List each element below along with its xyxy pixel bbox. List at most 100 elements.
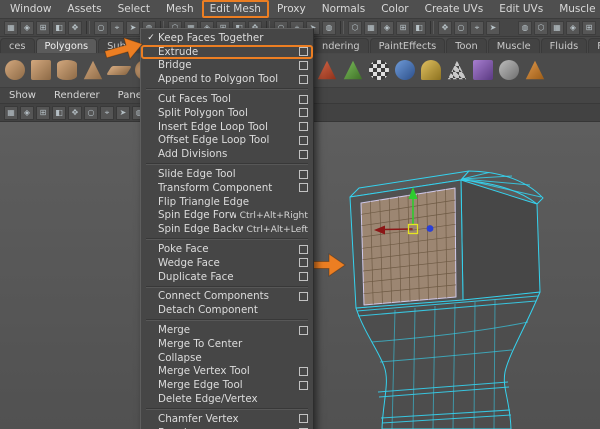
menu-item-flip-triangle-edge[interactable]: Flip Triangle Edge <box>141 195 313 209</box>
poly-cylinder-icon[interactable] <box>57 60 77 80</box>
option-box-icon[interactable] <box>299 366 308 376</box>
option-box-icon[interactable] <box>299 149 308 159</box>
status-icon[interactable]: ▦ <box>4 20 18 35</box>
menu-item-cut-faces-tool[interactable]: Cut Faces Tool <box>141 92 313 106</box>
status-icon[interactable]: ➤ <box>126 20 140 35</box>
status-icon[interactable]: ✥ <box>438 20 452 35</box>
poly-cone-icon[interactable] <box>83 60 103 80</box>
option-box-icon[interactable] <box>299 74 308 84</box>
menu-item-duplicate-face[interactable]: Duplicate Face <box>141 270 313 284</box>
option-box-icon[interactable] <box>299 60 308 70</box>
status-icon[interactable]: ○ <box>94 20 108 35</box>
menu-item-merge-to-center[interactable]: Merge To Center <box>141 337 313 351</box>
poly-plane-icon[interactable] <box>106 66 132 75</box>
menu-muscle[interactable]: Muscle <box>551 0 600 18</box>
menu-item-add-divisions[interactable]: Add Divisions <box>141 147 313 161</box>
option-box-icon[interactable] <box>299 258 308 268</box>
status-icon[interactable]: ◈ <box>380 20 394 35</box>
menu-item-split-polygon-tool[interactable]: Split Polygon Tool <box>141 106 313 120</box>
menu-normals[interactable]: Normals <box>314 0 373 18</box>
option-box-icon[interactable] <box>299 108 308 118</box>
shelf-tab-ndering[interactable]: ndering <box>313 38 369 53</box>
panel-menu-renderer[interactable]: Renderer <box>45 90 109 101</box>
panel-toolbar-icon[interactable]: ▦ <box>4 105 18 120</box>
menu-create-uvs[interactable]: Create UVs <box>417 0 492 18</box>
option-box-icon[interactable] <box>299 94 308 104</box>
shelf-tab-ces[interactable]: ces <box>0 38 35 53</box>
menu-item-append-to-polygon-tool[interactable]: Append to Polygon Tool <box>141 72 313 86</box>
panel-toolbar-icon[interactable]: ✥ <box>68 105 82 120</box>
panel-toolbar-icon[interactable]: ◧ <box>52 105 66 120</box>
menu-item-detach-component[interactable]: Detach Component <box>141 303 313 317</box>
option-box-icon[interactable] <box>299 272 308 282</box>
status-icon[interactable]: ◈ <box>20 20 34 35</box>
menu-edit-mesh[interactable]: Edit Mesh <box>201 0 269 18</box>
panel-toolbar-icon[interactable]: ⌖ <box>100 105 114 120</box>
shelf-tab-toon[interactable]: Toon <box>446 38 487 53</box>
status-icon[interactable]: ▦ <box>364 20 378 35</box>
status-icon[interactable]: ◧ <box>52 20 66 35</box>
menu-item-bridge[interactable]: Bridge <box>141 59 313 73</box>
option-box-icon[interactable] <box>299 380 308 390</box>
status-icon[interactable]: ▦ <box>550 20 564 35</box>
poly-sphere-icon[interactable] <box>5 60 25 80</box>
shelf-icon[interactable] <box>447 60 467 80</box>
status-icon[interactable]: ◧ <box>412 20 426 35</box>
status-icon[interactable]: ⊞ <box>582 20 596 35</box>
menu-color[interactable]: Color <box>373 0 416 18</box>
option-box-icon[interactable] <box>299 47 308 57</box>
menu-item-connect-components[interactable]: Connect Components <box>141 290 313 304</box>
menu-item-merge-vertex-tool[interactable]: Merge Vertex Tool <box>141 365 313 379</box>
menu-item-delete-edge-vertex[interactable]: Delete Edge/Vertex <box>141 392 313 406</box>
poly-cube-icon[interactable] <box>31 60 51 80</box>
status-icon[interactable]: ➤ <box>486 20 500 35</box>
menu-item-wedge-face[interactable]: Wedge Face <box>141 256 313 270</box>
option-box-icon[interactable] <box>299 325 308 335</box>
menu-item-keep-faces-together[interactable]: ✓ Keep Faces Together <box>141 31 313 45</box>
status-icon[interactable]: ✥ <box>68 20 82 35</box>
shelf-icon[interactable] <box>499 60 519 80</box>
shelf-icon[interactable] <box>317 60 337 80</box>
menu-item-offset-edge-loop-tool[interactable]: Offset Edge Loop Tool <box>141 134 313 148</box>
status-icon[interactable]: ⌖ <box>110 20 124 35</box>
panel-toolbar-icon[interactable]: ⊞ <box>36 105 50 120</box>
shelf-tab-fluids[interactable]: Fluids <box>540 38 588 53</box>
shelf-tab-polygons[interactable]: Polygons <box>35 38 98 53</box>
menu-item-spin-edge-backward[interactable]: Spin Edge BackwardCtrl+Alt+Left <box>141 222 313 236</box>
menu-window[interactable]: Window <box>2 0 59 18</box>
menu-assets[interactable]: Assets <box>59 0 109 18</box>
shelf-icon[interactable] <box>369 60 389 80</box>
shelf-icon[interactable] <box>525 60 545 80</box>
status-icon[interactable]: ⊞ <box>396 20 410 35</box>
shelf-icon[interactable] <box>343 60 363 80</box>
panel-toolbar-icon[interactable]: ○ <box>84 105 98 120</box>
menu-item-chamfer-vertex[interactable]: Chamfer Vertex <box>141 412 313 426</box>
menu-item-spin-edge-forward[interactable]: Spin Edge ForwardCtrl+Alt+Right <box>141 209 313 223</box>
status-icon[interactable]: ◈ <box>566 20 580 35</box>
menu-item-slide-edge-tool[interactable]: Slide Edge Tool <box>141 167 313 181</box>
status-icon[interactable]: ⬡ <box>534 20 548 35</box>
status-icon[interactable]: ○ <box>454 20 468 35</box>
option-box-icon[interactable] <box>299 291 308 301</box>
option-box-icon[interactable] <box>299 122 308 132</box>
option-box-icon[interactable] <box>299 244 308 254</box>
menu-proxy[interactable]: Proxy <box>269 0 314 18</box>
menu-item-transform-component[interactable]: Transform Component <box>141 181 313 195</box>
menu-edit-uvs[interactable]: Edit UVs <box>491 0 551 18</box>
option-box-icon[interactable] <box>299 169 308 179</box>
menu-mesh[interactable]: Mesh <box>158 0 202 18</box>
status-icon[interactable]: ◍ <box>518 20 532 35</box>
menu-item-insert-edge-loop-tool[interactable]: Insert Edge Loop Tool <box>141 120 313 134</box>
menu-item-poke-face[interactable]: Poke Face <box>141 242 313 256</box>
menu-item-extrude[interactable]: Extrude <box>141 44 313 59</box>
shelf-tab-painteffects[interactable]: PaintEffects <box>369 38 446 53</box>
shelf-icon[interactable] <box>421 60 441 80</box>
option-box-icon[interactable] <box>299 414 308 424</box>
panel-toolbar-icon[interactable]: ◈ <box>20 105 34 120</box>
option-box-icon[interactable] <box>299 135 308 145</box>
status-icon[interactable]: ⬡ <box>348 20 362 35</box>
shelf-tab-muscle[interactable]: Muscle <box>487 38 540 53</box>
status-icon[interactable]: ◍ <box>322 20 336 35</box>
menu-item-merge-edge-tool[interactable]: Merge Edge Tool <box>141 378 313 392</box>
panel-menu-show[interactable]: Show <box>0 90 45 101</box>
